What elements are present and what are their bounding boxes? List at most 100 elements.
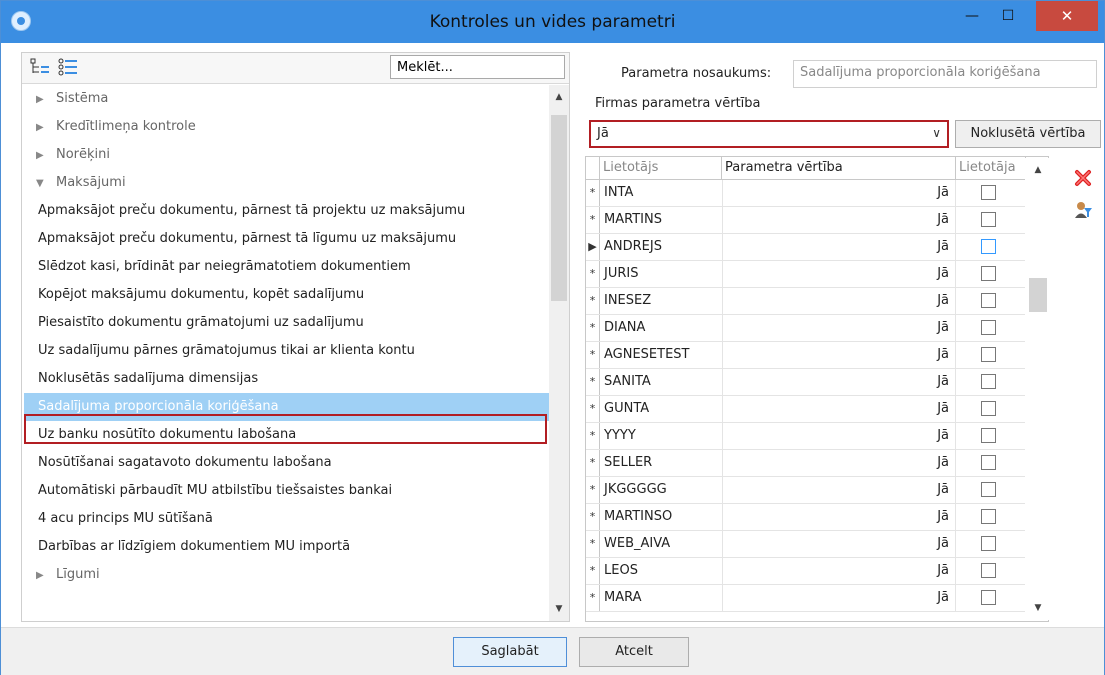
table-row[interactable]: * SANITA Jā (586, 369, 1048, 396)
table-row[interactable]: * MARTINS Jā (586, 207, 1048, 234)
value-cell[interactable]: Jā (722, 396, 956, 422)
tree-item[interactable]: Darbības ar līdzīgiem dokumentiem MU imp… (22, 533, 547, 561)
user-cell[interactable]: JKGGGGG (604, 477, 667, 503)
collapse-arrow-icon[interactable]: ▼ (36, 170, 56, 197)
close-button[interactable]: ✕ (1036, 1, 1098, 31)
user-flag-checkbox[interactable] (981, 266, 996, 281)
value-cell[interactable]: Jā (722, 261, 956, 287)
user-flag-checkbox[interactable] (981, 212, 996, 227)
value-cell[interactable]: Jā (722, 234, 956, 260)
column-header-user-flag[interactable]: Lietotāja (956, 157, 1026, 179)
table-row[interactable]: * SELLER Jā (586, 450, 1048, 477)
scroll-down-icon[interactable]: ▼ (549, 599, 569, 619)
delete-icon[interactable] (1073, 168, 1093, 188)
table-row-current[interactable]: ▶ ANDREJS Jā (586, 234, 1048, 261)
tree-item[interactable]: Noklusētās sadalījuma dimensijas (22, 365, 547, 393)
save-button[interactable]: Saglabāt (453, 637, 567, 667)
user-cell[interactable]: JURIS (604, 261, 638, 287)
tree-item[interactable]: 4 acu princips MU sūtīšanā (22, 505, 547, 533)
column-header-value[interactable]: Parametra vērtība (722, 157, 956, 179)
user-flag-checkbox[interactable] (981, 293, 996, 308)
user-cell[interactable]: ANDREJS (604, 234, 662, 260)
tree-item[interactable]: Apmaksājot preču dokumentu, pārnest tā l… (22, 225, 547, 253)
user-cell[interactable]: LEOS (604, 558, 638, 584)
user-cell[interactable]: DIANA (604, 315, 645, 341)
user-flag-checkbox[interactable] (981, 239, 996, 254)
user-cell[interactable]: INTA (604, 180, 633, 206)
table-row[interactable]: * GUNTA Jā (586, 396, 1048, 423)
value-cell[interactable]: Jā (722, 477, 956, 503)
chevron-down-icon[interactable]: ∨ (932, 126, 941, 140)
tree-category-sistema[interactable]: ▶ Sistēma (22, 85, 547, 113)
value-cell[interactable]: Jā (722, 207, 956, 233)
scroll-thumb[interactable] (1029, 278, 1047, 312)
table-row[interactable]: * MARA Jā (586, 585, 1048, 612)
tree-category-kreditlimena-kontrole[interactable]: ▶ Kredītlimeņa kontrole (22, 113, 547, 141)
param-name-field[interactable]: Sadalījuma proporcionāla koriģēšana (793, 60, 1097, 88)
value-cell[interactable]: Jā (722, 531, 956, 557)
user-flag-checkbox[interactable] (981, 320, 996, 335)
expand-arrow-icon[interactable]: ▶ (36, 114, 56, 141)
user-flag-checkbox[interactable] (981, 374, 996, 389)
table-row[interactable]: * MARTINSO Jā (586, 504, 1048, 531)
list-view-icon[interactable] (58, 58, 78, 76)
table-row[interactable]: * YYYY Jā (586, 423, 1048, 450)
user-flag-checkbox[interactable] (981, 482, 996, 497)
tree-item[interactable]: Slēdzot kasi, brīdināt par neiegrāmatoti… (22, 253, 547, 281)
user-flag-checkbox[interactable] (981, 347, 996, 362)
value-cell[interactable]: Jā (722, 288, 956, 314)
maximize-button[interactable]: ☐ (991, 1, 1025, 31)
user-flag-checkbox[interactable] (981, 185, 996, 200)
user-flag-checkbox[interactable] (981, 563, 996, 578)
scroll-up-icon[interactable]: ▲ (549, 87, 569, 107)
table-row[interactable]: * DIANA Jā (586, 315, 1048, 342)
tree-category-ligumi[interactable]: ▶ Līgumi (22, 561, 547, 589)
user-cell[interactable]: INESEZ (604, 288, 651, 314)
table-row[interactable]: * WEB_AIVA Jā (586, 531, 1048, 558)
user-flag-checkbox[interactable] (981, 455, 996, 470)
tree-view-icon[interactable] (30, 58, 50, 76)
tree-item[interactable]: Kopējot maksājumu dokumentu, kopēt sadal… (22, 281, 547, 309)
tree-item[interactable]: Piesaistīto dokumentu grāmatojumi uz sad… (22, 309, 547, 337)
user-flag-checkbox[interactable] (981, 590, 996, 605)
user-cell[interactable]: MARTINSO (604, 504, 672, 530)
value-cell[interactable]: Jā (722, 450, 956, 476)
user-cell[interactable]: MARA (604, 585, 642, 611)
default-value-button[interactable]: Noklusētā vērtība (955, 120, 1101, 148)
scroll-up-icon[interactable]: ▲ (1025, 160, 1051, 180)
table-row[interactable]: * JURIS Jā (586, 261, 1048, 288)
scroll-thumb[interactable] (551, 115, 567, 301)
table-row[interactable]: * AGNESETEST Jā (586, 342, 1048, 369)
user-cell[interactable]: GUNTA (604, 396, 649, 422)
expand-arrow-icon[interactable]: ▶ (36, 562, 56, 589)
value-cell[interactable]: Jā (722, 423, 956, 449)
scroll-down-icon[interactable]: ▼ (1025, 598, 1051, 618)
tree-item[interactable]: Automātiski pārbaudīt MU atbilstību tieš… (22, 477, 547, 505)
firm-value-select[interactable]: Jā ∨ (589, 120, 949, 148)
user-cell[interactable]: AGNESETEST (604, 342, 690, 368)
user-flag-checkbox[interactable] (981, 536, 996, 551)
value-cell[interactable]: Jā (722, 504, 956, 530)
table-row[interactable]: * INESEZ Jā (586, 288, 1048, 315)
tree-item[interactable]: Uz sadalījumu pārnes grāmatojumus tikai … (22, 337, 547, 365)
table-row[interactable]: * JKGGGGG Jā (586, 477, 1048, 504)
value-cell[interactable]: Jā (722, 342, 956, 368)
grid-scrollbar[interactable]: ▲ ▼ (1025, 158, 1051, 620)
user-cell[interactable]: SELLER (604, 450, 652, 476)
table-row[interactable]: * LEOS Jā (586, 558, 1048, 585)
tree-category-norekini[interactable]: ▶ Norēķini (22, 141, 547, 169)
value-cell[interactable]: Jā (722, 315, 956, 341)
user-cell[interactable]: SANITA (604, 369, 651, 395)
cancel-button[interactable]: Atcelt (579, 637, 689, 667)
search-input[interactable] (390, 55, 565, 79)
expand-arrow-icon[interactable]: ▶ (36, 86, 56, 113)
value-cell[interactable]: Jā (722, 369, 956, 395)
tree-scrollbar[interactable]: ▲ ▼ (549, 85, 569, 621)
minimize-button[interactable]: — (955, 1, 989, 31)
value-cell[interactable]: Jā (722, 180, 956, 206)
user-cell[interactable]: MARTINS (604, 207, 662, 233)
value-cell[interactable]: Jā (722, 558, 956, 584)
expand-arrow-icon[interactable]: ▶ (36, 142, 56, 169)
table-row[interactable]: * INTA Jā (586, 180, 1048, 207)
tree-category-maksajumi[interactable]: ▼ Maksājumi (22, 169, 547, 197)
